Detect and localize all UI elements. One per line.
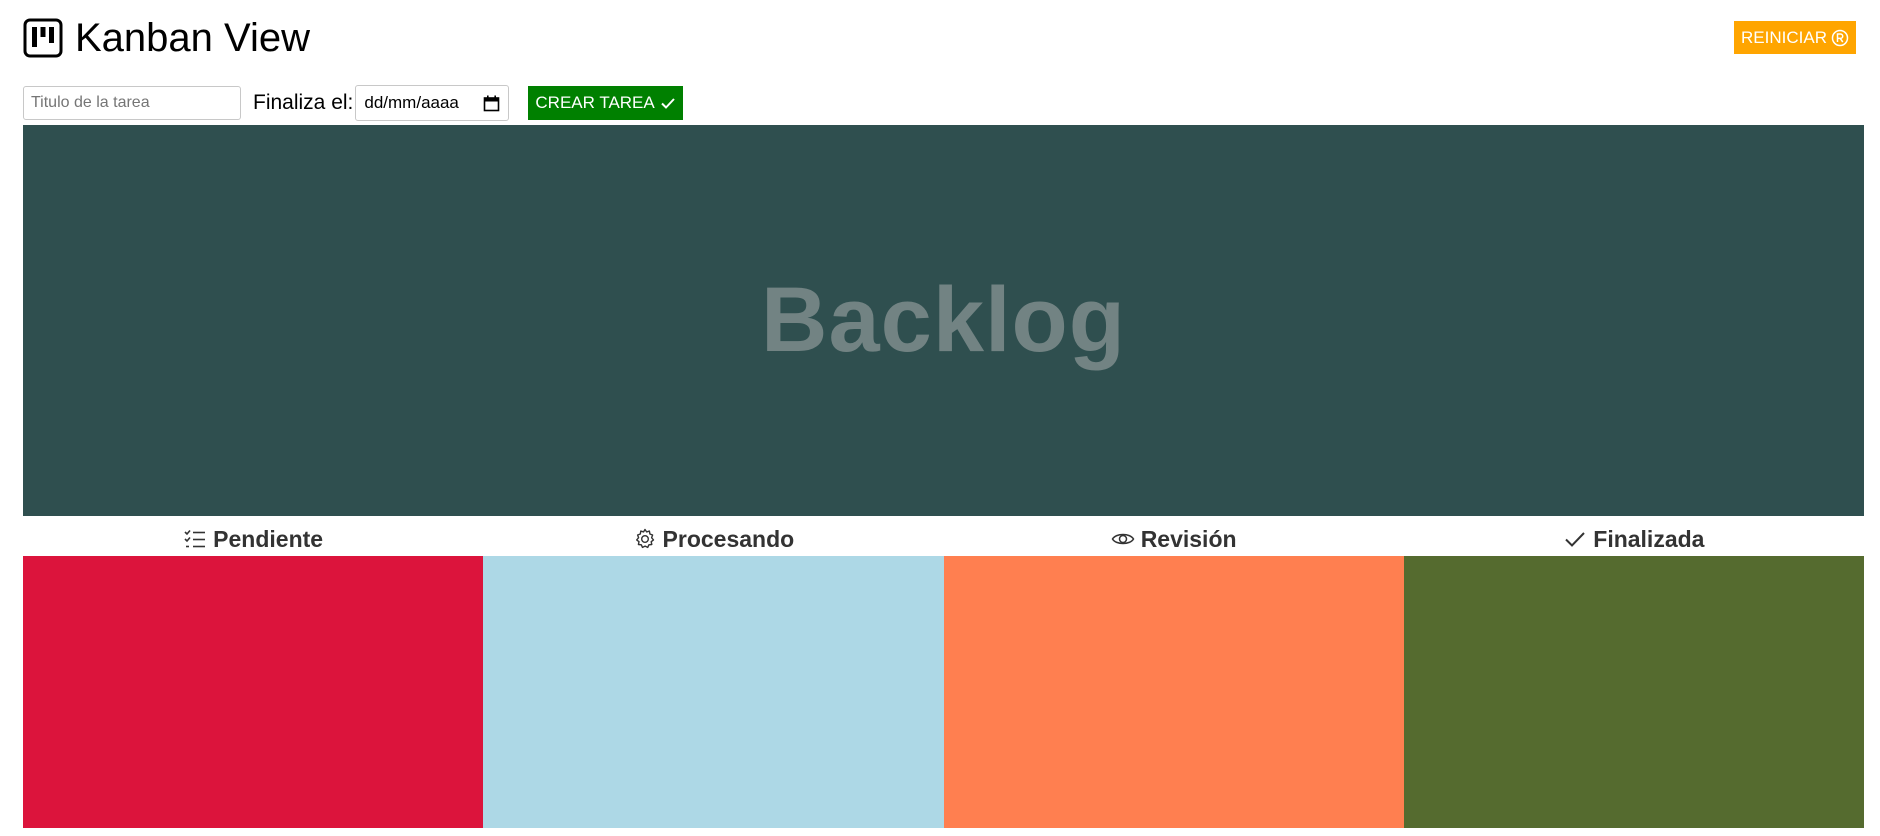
eye-icon bbox=[1111, 533, 1135, 545]
app-header: Kanban View bbox=[23, 14, 310, 62]
due-date-label: Finaliza el: bbox=[253, 91, 354, 114]
column-finalizada: Finalizada bbox=[1403, 522, 1864, 828]
check-icon bbox=[1565, 532, 1585, 547]
backlog-column[interactable]: Backlog bbox=[23, 125, 1864, 516]
kanban-board-icon bbox=[23, 18, 63, 58]
kanban-page: Kanban View REINICIAR Finaliza el: dd/mm… bbox=[0, 0, 1880, 836]
column-dropzone-pendiente[interactable] bbox=[23, 556, 484, 828]
reset-button[interactable]: REINICIAR bbox=[1734, 21, 1856, 54]
column-procesando: Procesando bbox=[483, 522, 944, 828]
column-revision: Revisión bbox=[943, 522, 1404, 828]
reset-button-label: REINICIAR bbox=[1741, 27, 1827, 47]
new-task-form: Finaliza el: dd/mm/aaaa CREAR TAREA bbox=[23, 85, 683, 121]
page-title: Kanban View bbox=[75, 16, 310, 60]
checklist-icon bbox=[184, 529, 206, 548]
gear-icon bbox=[635, 528, 654, 549]
registered-circle-icon bbox=[1831, 29, 1849, 46]
column-header-procesando: Procesando bbox=[483, 522, 943, 556]
column-dropzone-revision[interactable] bbox=[943, 556, 1404, 828]
task-title-input[interactable] bbox=[23, 86, 241, 120]
column-label: Pendiente bbox=[213, 525, 324, 552]
create-task-label: CREAR TAREA bbox=[535, 93, 655, 112]
column-dropzone-procesando[interactable] bbox=[483, 556, 944, 828]
kanban-columns: Pendiente Procesando Revisión Finalizada bbox=[23, 522, 1864, 828]
column-header-revision: Revisión bbox=[944, 522, 1404, 556]
due-date-input[interactable]: dd/mm/aaaa bbox=[355, 85, 510, 121]
calendar-icon[interactable] bbox=[483, 95, 500, 112]
due-date-placeholder: dd/mm/aaaa bbox=[364, 93, 459, 112]
column-dropzone-finalizada[interactable] bbox=[1403, 556, 1864, 828]
column-label: Procesando bbox=[662, 525, 795, 552]
column-pendiente: Pendiente bbox=[23, 522, 484, 828]
create-task-button[interactable]: CREAR TAREA bbox=[528, 86, 683, 120]
check-icon bbox=[661, 98, 675, 109]
backlog-title: Backlog bbox=[761, 269, 1126, 371]
column-label: Revisión bbox=[1140, 525, 1237, 552]
column-header-pendiente: Pendiente bbox=[23, 522, 483, 556]
column-label: Finalizada bbox=[1593, 525, 1705, 552]
column-header-finalizada: Finalizada bbox=[1404, 522, 1864, 556]
